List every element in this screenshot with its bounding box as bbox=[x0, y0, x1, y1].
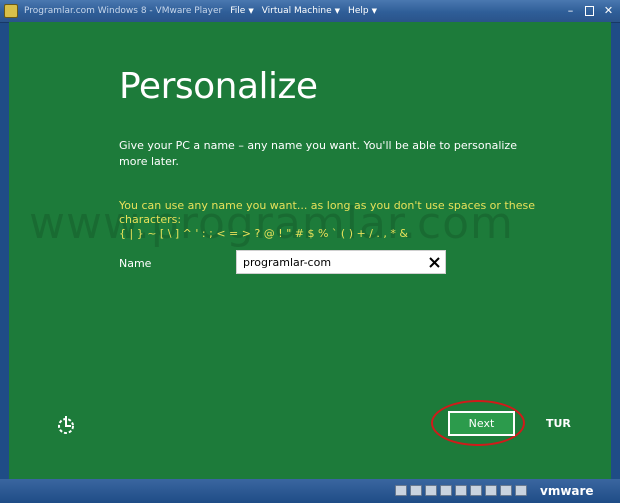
sound-icon[interactable] bbox=[470, 485, 482, 496]
message-icon[interactable] bbox=[515, 485, 527, 496]
network-icon[interactable] bbox=[440, 485, 452, 496]
chevron-down-icon: ▼ bbox=[248, 7, 254, 15]
forbidden-characters: { | } ~ [ \ ] ^ ' : ; < = > ? @ ! " # $ … bbox=[119, 227, 408, 240]
clear-input-icon[interactable] bbox=[423, 251, 445, 273]
chevron-down-icon: ▼ bbox=[371, 7, 377, 15]
setup-screen: www.programlar.com Personalize Give your… bbox=[9, 22, 611, 479]
name-label: Name bbox=[119, 257, 152, 270]
maximize-button[interactable] bbox=[582, 3, 597, 18]
cd-drive-icon[interactable] bbox=[410, 485, 422, 496]
next-button[interactable]: Next bbox=[448, 411, 515, 436]
vmware-statusbar: vmware bbox=[0, 479, 620, 503]
close-icon[interactable]: ✕ bbox=[601, 3, 616, 18]
vmware-logo: vmware bbox=[540, 484, 594, 498]
usb-icon[interactable] bbox=[455, 485, 467, 496]
menu-virtual-machine[interactable]: Virtual Machine ▼ bbox=[262, 6, 340, 16]
vmware-app-icon bbox=[4, 4, 18, 18]
pc-name-input[interactable]: programlar-com bbox=[236, 250, 446, 274]
maximize-icon bbox=[585, 5, 594, 16]
window-titlebar: Programlar.com Windows 8 - VMware Player… bbox=[0, 0, 620, 23]
menu-help[interactable]: Help ▼ bbox=[348, 6, 377, 16]
menu-help-label: Help bbox=[348, 6, 369, 16]
floppy-icon[interactable] bbox=[425, 485, 437, 496]
minimize-icon[interactable]: – bbox=[563, 3, 578, 18]
printer-icon[interactable] bbox=[485, 485, 497, 496]
instruction-text: Give your PC a name – any name you want.… bbox=[119, 139, 517, 168]
menu-file-label: File bbox=[230, 6, 246, 16]
window-controls: – ✕ bbox=[563, 3, 616, 18]
device-tray bbox=[395, 485, 527, 496]
hard-disk-icon[interactable] bbox=[395, 485, 407, 496]
chevron-down-icon: ▼ bbox=[334, 7, 341, 15]
page-title: Personalize bbox=[119, 66, 318, 107]
language-indicator[interactable]: TUR bbox=[546, 417, 571, 430]
display-icon[interactable] bbox=[500, 485, 512, 496]
menu-virtual-machine-label: Virtual Machine bbox=[261, 6, 332, 16]
pc-name-value[interactable]: programlar-com bbox=[243, 256, 423, 269]
ease-of-access-icon[interactable] bbox=[55, 414, 77, 436]
naming-hint-text: You can use any name you want... as long… bbox=[119, 199, 535, 226]
menu-bar: File ▼ Virtual Machine ▼ Help ▼ bbox=[230, 6, 385, 16]
menu-file[interactable]: File ▼ bbox=[230, 6, 253, 16]
window-title: Programlar.com Windows 8 - VMware Player bbox=[24, 6, 223, 16]
naming-hint: You can use any name you want... as long… bbox=[119, 199, 539, 241]
